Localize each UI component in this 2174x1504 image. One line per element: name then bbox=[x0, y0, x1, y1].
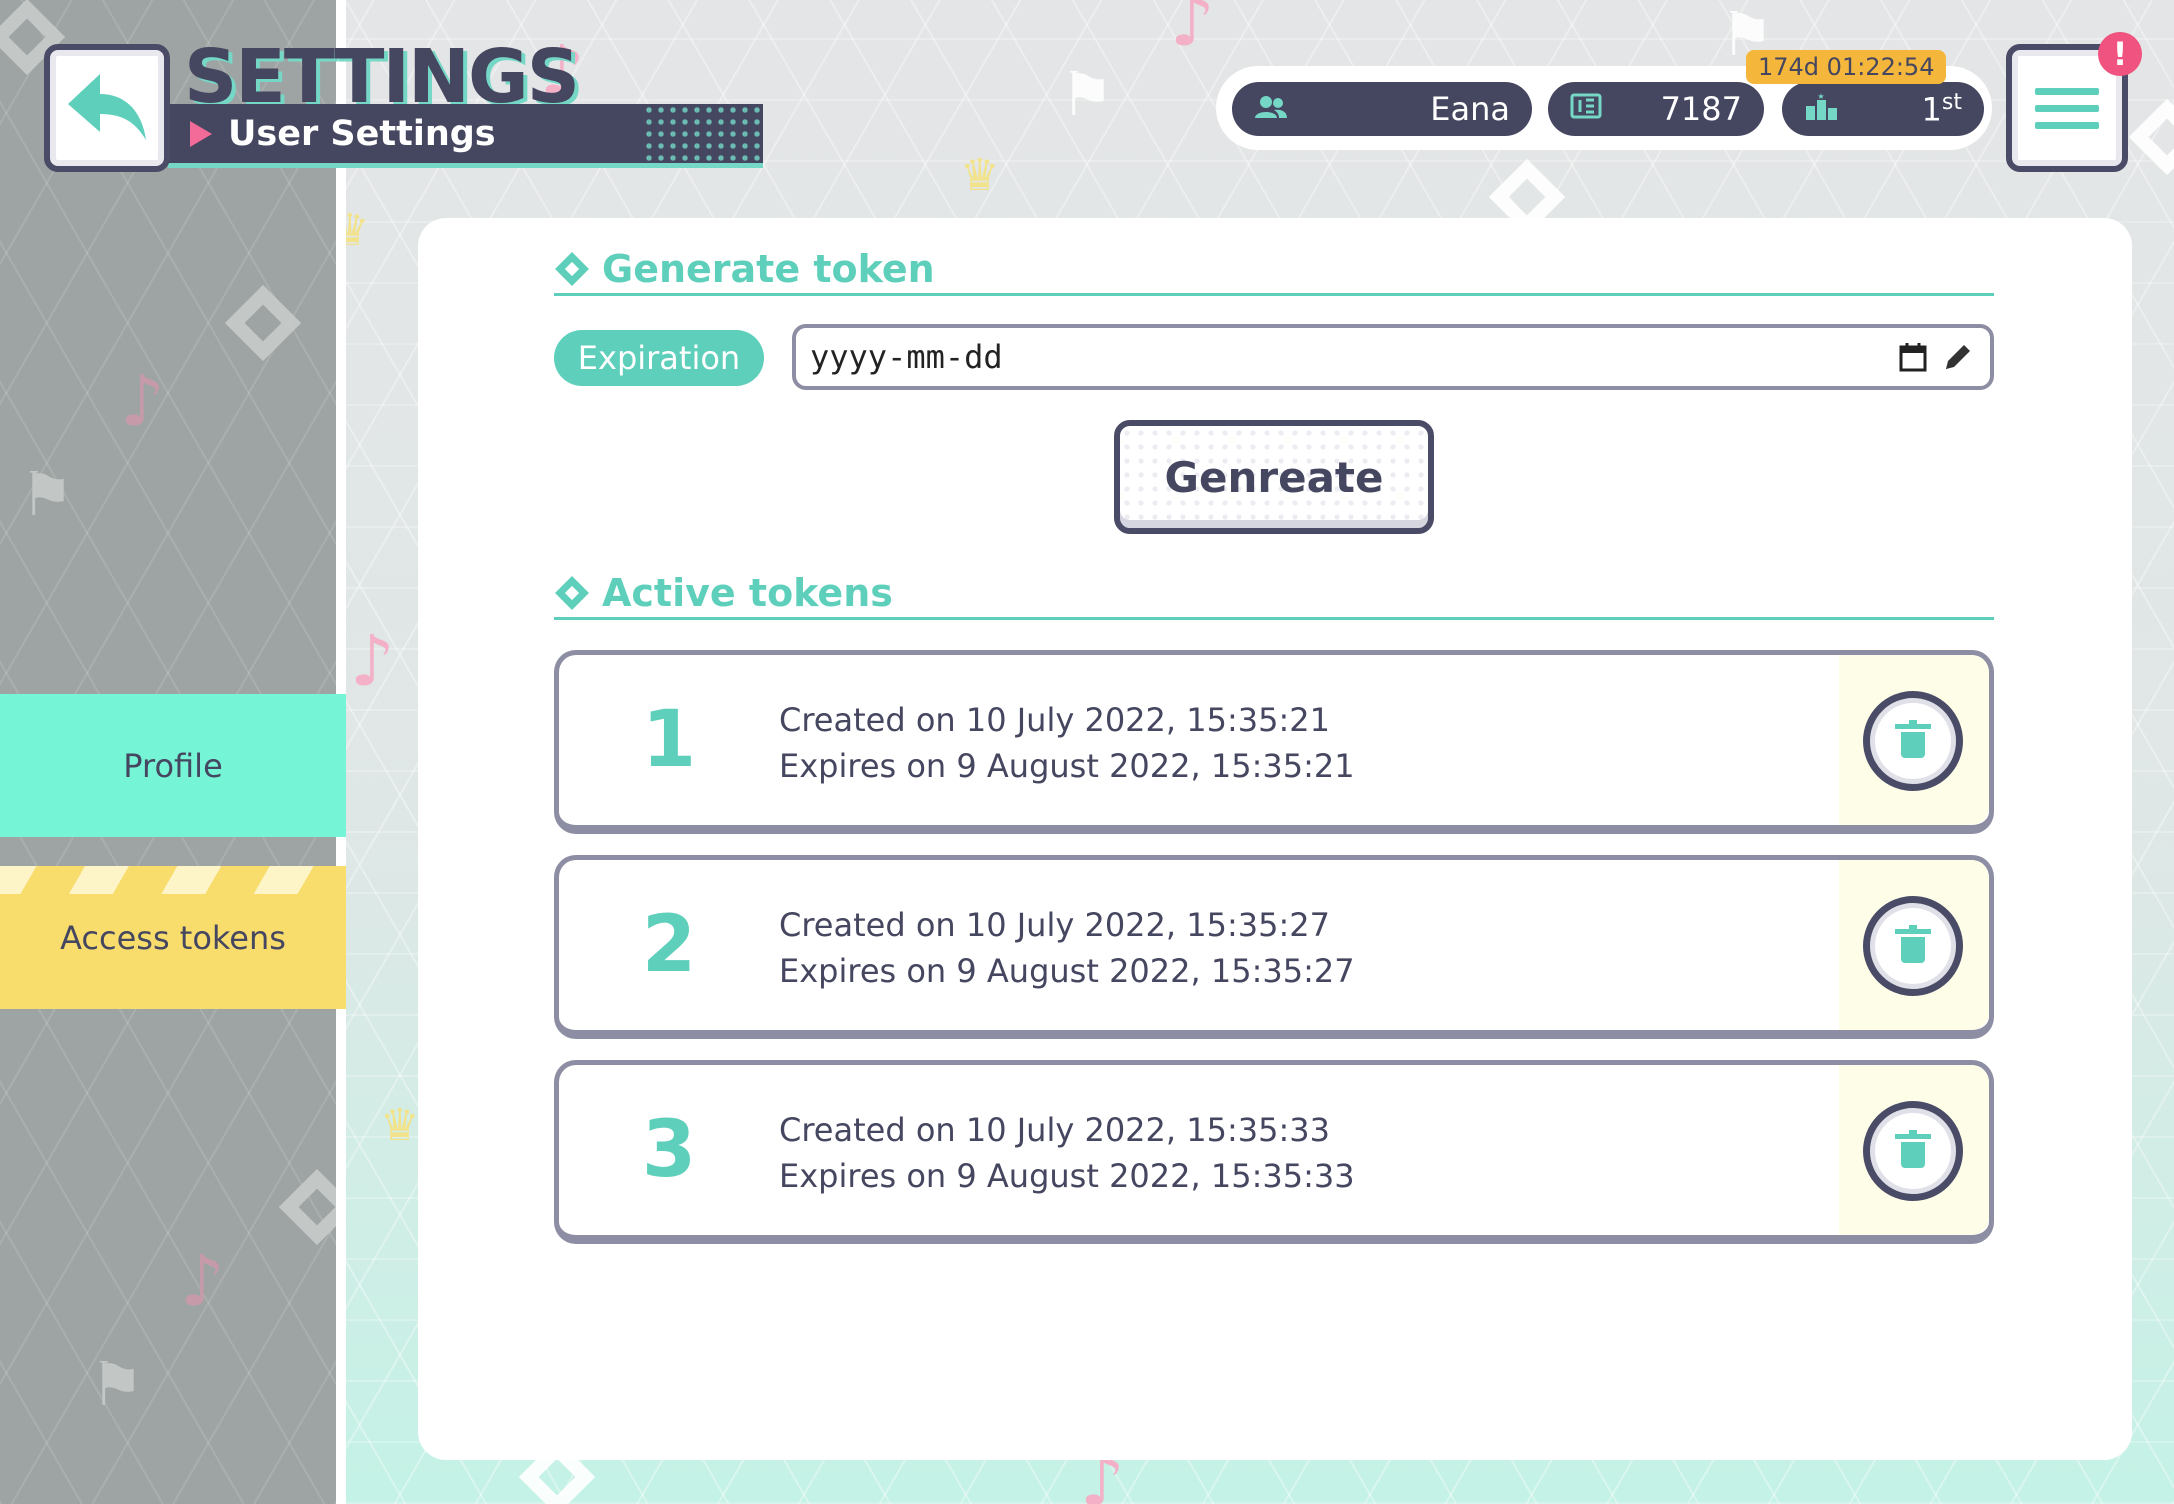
token-number: 2 bbox=[641, 900, 697, 990]
svg-text:★: ★ bbox=[1817, 92, 1824, 101]
rank-value: 1st bbox=[1922, 90, 1962, 129]
hamburger-line bbox=[2035, 104, 2099, 112]
username-stat: Eana bbox=[1232, 82, 1532, 136]
delete-token-button[interactable] bbox=[1863, 691, 1963, 791]
hamburger-line bbox=[2035, 121, 2099, 129]
trash-icon bbox=[1895, 720, 1931, 758]
section-title: Active tokens bbox=[602, 570, 893, 615]
token-created: Created on 10 July 2022, 15:35:27 bbox=[779, 906, 1330, 944]
date-placeholder: yyyy-mm-dd bbox=[810, 338, 1003, 376]
token-number: 1 bbox=[641, 695, 697, 785]
music-note-icon: ♪ bbox=[180, 1240, 225, 1322]
diamond-shape bbox=[278, 1168, 336, 1246]
active-tokens-heading: Active tokens bbox=[554, 568, 1994, 620]
hamburger-menu-icon bbox=[2035, 87, 2099, 95]
diamond-shape bbox=[2128, 98, 2174, 176]
points-stat: 7187 bbox=[1548, 82, 1764, 136]
token-card: 1 Created on 10 July 2022, 15:35:21 Expi… bbox=[554, 650, 1994, 834]
token-number: 3 bbox=[641, 1105, 697, 1195]
ranking-icon: ★ bbox=[1804, 92, 1844, 127]
users-icon bbox=[1254, 93, 1294, 126]
expiration-label: Expiration bbox=[554, 330, 764, 386]
username-value: Eana bbox=[1430, 90, 1510, 128]
delete-token-button[interactable] bbox=[1863, 896, 1963, 996]
event-timer: 174d 01:22:54 bbox=[1746, 50, 1947, 84]
trash-icon bbox=[1895, 1130, 1931, 1168]
generate-button[interactable]: Genreate bbox=[1114, 420, 1434, 534]
back-arrow-icon bbox=[68, 74, 146, 140]
token-details: Created on 10 July 2022, 15:35:27 Expire… bbox=[779, 902, 1355, 994]
expiration-date-input[interactable]: yyyy-mm-dd bbox=[792, 324, 1994, 390]
token-expires: Expires on 9 August 2022, 15:35:27 bbox=[779, 952, 1355, 990]
trash-icon bbox=[1895, 925, 1931, 963]
sidebar-item-access-tokens[interactable]: Access tokens bbox=[0, 866, 346, 1009]
calendar-icon[interactable] bbox=[1898, 341, 1928, 373]
music-note-icon: ♪ bbox=[1170, 0, 1215, 62]
back-button[interactable] bbox=[44, 44, 170, 172]
rank-stat: ★ 1st bbox=[1782, 82, 1984, 136]
token-expires: Expires on 9 August 2022, 15:35:21 bbox=[779, 747, 1355, 785]
music-note-icon: ♪ bbox=[350, 620, 395, 702]
diamond-bullet-icon bbox=[555, 575, 589, 610]
generate-token-heading: Generate token bbox=[554, 244, 1994, 296]
settings-panel bbox=[418, 218, 2132, 1460]
delete-token-button[interactable] bbox=[1863, 1101, 1963, 1201]
notification-alert-badge[interactable]: ! bbox=[2098, 32, 2142, 76]
pencil-icon[interactable] bbox=[1942, 341, 1974, 373]
points-card-icon bbox=[1570, 93, 1610, 126]
play-triangle-icon bbox=[190, 120, 212, 147]
halftone-decoration bbox=[643, 104, 763, 168]
breadcrumb: User Settings bbox=[168, 104, 763, 168]
sidebar-item-profile[interactable]: Profile bbox=[0, 694, 346, 837]
token-details: Created on 10 July 2022, 15:35:33 Expire… bbox=[779, 1107, 1355, 1199]
flag-icon: ⚑ bbox=[90, 1350, 144, 1420]
sidebar: ♪ ♪ ⚑ ⚑ Profile Access tokens bbox=[0, 0, 346, 1504]
rank-number: 1 bbox=[1921, 90, 1942, 129]
input-icons bbox=[1898, 341, 1974, 373]
crown-icon: ♛ bbox=[960, 150, 1000, 201]
token-created: Created on 10 July 2022, 15:35:21 bbox=[779, 701, 1330, 739]
token-expires: Expires on 9 August 2022, 15:35:33 bbox=[779, 1157, 1355, 1195]
flag-icon: ⚑ bbox=[20, 460, 74, 530]
page-subtitle: User Settings bbox=[228, 113, 496, 154]
flag-icon: ⚑ bbox=[1060, 60, 1114, 130]
points-value: 7187 bbox=[1660, 90, 1742, 128]
sidebar-item-label: Access tokens bbox=[60, 918, 286, 957]
music-note-icon: ♪ bbox=[120, 360, 165, 442]
token-card: 2 Created on 10 July 2022, 15:35:27 Expi… bbox=[554, 855, 1994, 1039]
diamond-shape bbox=[224, 284, 302, 362]
diamond-bullet-icon bbox=[555, 251, 589, 286]
crown-icon: ♛ bbox=[380, 1100, 420, 1151]
token-card: 3 Created on 10 July 2022, 15:35:33 Expi… bbox=[554, 1060, 1994, 1244]
token-details: Created on 10 July 2022, 15:35:21 Expire… bbox=[779, 697, 1355, 789]
rank-suffix: st bbox=[1941, 89, 1962, 115]
sidebar-item-label: Profile bbox=[123, 746, 223, 785]
section-title: Generate token bbox=[602, 246, 935, 291]
token-created: Created on 10 July 2022, 15:35:33 bbox=[779, 1111, 1330, 1149]
